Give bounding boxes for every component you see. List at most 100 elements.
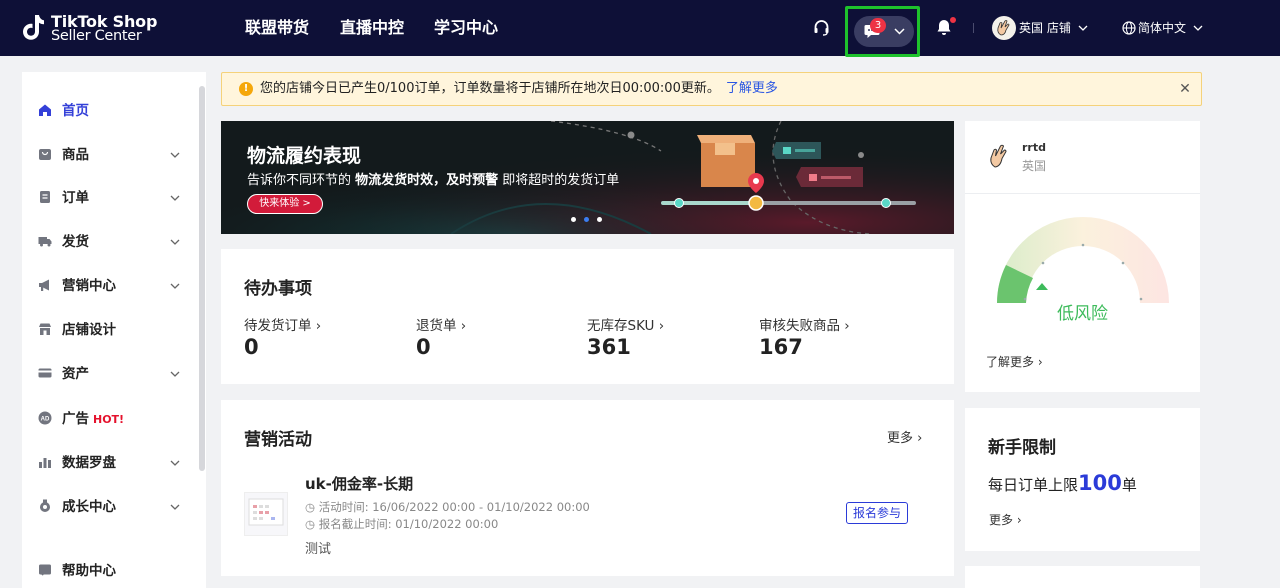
home-icon xyxy=(39,104,51,116)
newbie-more-link[interactable]: 更多 › xyxy=(989,511,1022,528)
store-icon xyxy=(39,323,51,335)
todo-card: 待办事项 待发货订单 › 0 退货单 › 0 无库存SKU › 361 审核失败… xyxy=(221,249,954,384)
top-navbar: TikTok Shop Seller Center 联盟带货 直播中控 学习中心… xyxy=(0,0,1280,57)
help-icon xyxy=(39,564,51,576)
sidebar-item-shipping[interactable]: 发货 xyxy=(22,222,206,262)
chart-icon xyxy=(39,458,51,468)
message-pill[interactable]: 3 xyxy=(854,16,914,47)
sidebar-item-label: 广告 HOT! xyxy=(62,399,124,439)
stat-out-of-stock-label[interactable]: 无库存SKU › xyxy=(587,314,664,334)
activity-deadline: ◷ 报名截止时间: 01/10/2022 00:00 xyxy=(305,516,498,532)
banner-subtitle-suffix: 即将超时的发货订单 xyxy=(498,173,620,188)
tiktok-logo-icon xyxy=(23,15,44,40)
sidebar-item-marketing[interactable]: 营销中心 xyxy=(22,266,206,306)
chevron-down-icon xyxy=(894,28,905,35)
nav-live-control[interactable]: 直播中控 xyxy=(340,0,404,56)
sidebar-item-assets[interactable]: 资产 xyxy=(22,354,206,394)
close-icon[interactable]: ✕ xyxy=(1177,81,1193,97)
shop-avatar[interactable] xyxy=(992,16,1016,40)
stat-returns-label[interactable]: 退货单 › xyxy=(416,314,466,334)
activity-thumbnail[interactable] xyxy=(244,492,288,536)
activity-time-text: 活动时间: 16/06/2022 00:00 - 01/10/2022 00:0… xyxy=(318,500,590,514)
banner-subtitle: 告诉你不同环节的 物流发货时效，及时预警 即将超时的发货订单 xyxy=(247,169,619,188)
shop-name: rrtd xyxy=(1022,141,1046,154)
headset-icon[interactable] xyxy=(813,19,830,36)
hand-emoji-icon xyxy=(997,20,1010,36)
chevron-right-icon: › xyxy=(460,318,467,334)
sidebar-item-label: 成长中心 xyxy=(62,499,116,515)
stat-review-failed-label[interactable]: 审核失败商品 › xyxy=(759,314,850,334)
sidebar-item-label: 营销中心 xyxy=(62,278,116,294)
join-activity-button[interactable]: 报名参与 xyxy=(846,502,908,524)
newbie-title: 新手限制 xyxy=(988,438,1056,458)
sidebar-item-label: 订单 xyxy=(62,190,89,206)
banner-title: 物流履约表现 xyxy=(247,145,362,167)
header-divider xyxy=(973,23,974,33)
calendar-thumbnail-icon xyxy=(248,498,284,526)
logo-line-2: Seller Center xyxy=(51,28,142,44)
clock-icon: ◷ xyxy=(305,517,316,531)
hand-emoji-icon xyxy=(990,144,1007,168)
message-center-button[interactable]: 3 xyxy=(845,6,920,57)
language-label: 简体中文 xyxy=(1138,21,1187,35)
activity-deadline-text: 报名截止时间: 01/10/2022 00:00 xyxy=(318,517,499,531)
product-icon xyxy=(39,149,51,160)
sidebar-item-ads[interactable]: AD 广告 HOT! xyxy=(22,399,206,439)
marketing-more-link[interactable]: 更多 › xyxy=(887,427,922,446)
notice-text: 您的店铺今日已产生0/100订单，订单数量将于店铺所在地次日00:00:00更新… xyxy=(260,73,778,105)
carousel-dot-1[interactable] xyxy=(571,217,576,222)
more-label: 更多 xyxy=(989,513,1014,527)
todo-title: 待办事项 xyxy=(244,279,312,299)
chevron-down-icon xyxy=(170,283,180,289)
sidebar-scrollbar[interactable] xyxy=(199,86,205,471)
chevron-down-icon xyxy=(170,239,180,245)
risk-level-label: 低风险 xyxy=(1057,304,1108,324)
activity-time: ◷ 活动时间: 16/06/2022 00:00 - 01/10/2022 00… xyxy=(305,499,590,515)
daily-order-limit: 每日订单上限100单 xyxy=(988,471,1137,495)
sidebar-item-products[interactable]: 商品 xyxy=(22,135,206,175)
try-now-button[interactable]: 快来体验 > xyxy=(247,194,323,214)
stat-pending-shipment-label[interactable]: 待发货订单 › xyxy=(244,314,321,334)
limit-value: 100 xyxy=(1078,471,1122,495)
notice-learn-more-link[interactable]: 了解更多 xyxy=(726,81,778,96)
chevron-down-icon xyxy=(170,460,180,466)
sidebar-item-orders[interactable]: 订单 xyxy=(22,178,206,218)
chevron-down-icon xyxy=(170,195,180,201)
shop-region: 英国 xyxy=(1022,159,1047,173)
next-card-partial xyxy=(965,566,1200,588)
chevron-right-icon: › xyxy=(1016,513,1022,527)
chevron-down-icon xyxy=(170,504,180,510)
chevron-right-icon: › xyxy=(917,431,923,446)
sidebar-item-growth-center[interactable]: 成长中心 xyxy=(22,487,206,527)
order-limit-notice: ! 您的店铺今日已产生0/100订单，订单数量将于店铺所在地次日00:00:00… xyxy=(221,72,1202,106)
marketing-card: 营销活动 更多 › uk-佣金率-长期 ◷ 活动时间: 16/06/2022 0… xyxy=(221,400,954,576)
activity-title[interactable]: uk-佣金率-长期 xyxy=(305,473,413,494)
nav-affiliate[interactable]: 联盟带货 xyxy=(245,0,309,56)
chevron-down-icon xyxy=(170,152,180,158)
message-count-badge: 3 xyxy=(870,18,886,33)
tiktok-shop-logo[interactable]: TikTok Shop Seller Center xyxy=(22,12,157,46)
carousel-dot-3[interactable] xyxy=(597,217,602,222)
notice-message: 您的店铺今日已产生0/100订单，订单数量将于店铺所在地次日00:00:00更新… xyxy=(260,81,720,96)
stat-label-text: 无库存SKU xyxy=(587,318,655,334)
shop-selector[interactable]: 英国 店铺 xyxy=(1019,0,1088,56)
risk-gauge xyxy=(997,217,1169,303)
banner-subtitle-prefix: 告诉你不同环节的 xyxy=(247,173,356,188)
nav-learning-center[interactable]: 学习中心 xyxy=(434,0,498,56)
sidebar-item-store-design[interactable]: 店铺设计 xyxy=(22,310,206,350)
shop-health-card: rrtd 英国 低风险 了解更多 › xyxy=(965,121,1200,392)
language-selector[interactable]: 简体中文 xyxy=(1138,0,1203,56)
risk-learn-more-link[interactable]: 了解更多 › xyxy=(986,353,1043,370)
carousel-dot-2[interactable] xyxy=(584,217,589,222)
globe-icon[interactable] xyxy=(1122,21,1136,35)
sidebar-item-help-center[interactable]: 帮助中心 xyxy=(22,551,206,588)
sidebar-item-home[interactable]: 首页 xyxy=(22,91,206,131)
logistics-banner[interactable]: 物流履约表现 告诉你不同环节的 物流发货时效，及时预警 即将超时的发货订单 快来… xyxy=(221,121,954,234)
svg-text:AD: AD xyxy=(41,417,50,423)
sidebar-item-label: 资产 xyxy=(62,366,89,382)
chevron-down-icon xyxy=(170,371,180,377)
sidebar-item-data-compass[interactable]: 数据罗盘 xyxy=(22,443,206,483)
banner-subtitle-bold: 物流发货时效，及时预警 xyxy=(355,173,499,188)
truck-icon xyxy=(38,237,52,247)
sidebar-item-label: 帮助中心 xyxy=(62,563,116,579)
